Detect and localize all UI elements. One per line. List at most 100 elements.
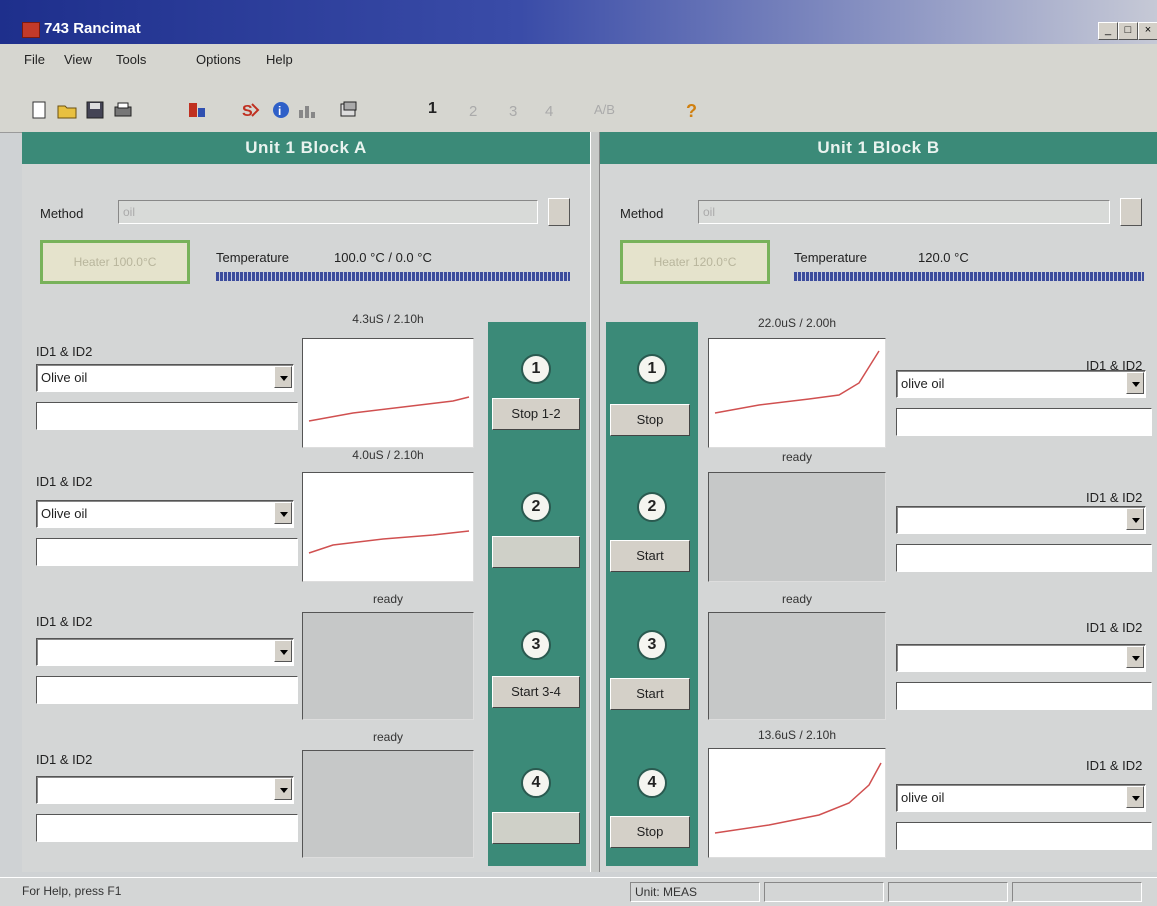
block-a-row4-sample-combo[interactable] [36,776,294,804]
chevron-down-icon[interactable] [1126,508,1144,530]
block-b-row4-id2-field[interactable] [896,822,1152,850]
toolbar-one-label[interactable]: 1 [428,100,437,118]
chart-icon[interactable] [296,100,318,120]
block-a-position-4-button[interactable] [492,812,580,844]
block-b-row3-graph-label: ready [781,592,813,606]
block-b-row3-sample-combo[interactable] [896,644,1146,672]
close-button[interactable]: × [1138,22,1157,40]
status-unit-cell: Unit: MEAS [630,882,760,902]
chevron-down-icon[interactable] [274,502,292,524]
block-b-panel: Unit 1 Block B Method oil Heater 120.0°C… [600,132,1157,872]
menu-options[interactable]: Options [196,52,241,67]
position-1-indicator: 1 [521,354,551,384]
block-b-row3-id2-field[interactable] [896,682,1152,710]
block-a-row3-id2-field[interactable] [36,676,298,704]
four-icon[interactable]: 4 [540,100,562,120]
block-b-start-2-button[interactable]: Start [610,540,690,572]
block-b-header: Unit 1 Block B [600,132,1157,164]
method-icon[interactable] [186,100,208,120]
block-b-row4-sample-text: olive oil [901,790,945,805]
menu-view[interactable]: View [64,52,92,67]
block-b-row1-id2-field[interactable] [896,408,1152,436]
block-b-row3-id-label: ID1 & ID2 [1086,620,1143,635]
menu-tools[interactable]: Tools [116,52,146,67]
settings-icon[interactable] [338,100,360,120]
block-a-row1-id2-field[interactable] [36,402,298,430]
app-icon [22,22,40,38]
block-a-row4-id2-field[interactable] [36,814,298,842]
block-a-row2-id-label: ID1 & ID2 [36,474,93,489]
toolbar [0,72,1157,133]
block-b-row2-graph-label: ready [781,450,813,464]
graph-curve [714,350,880,414]
toolbar-ab-label[interactable]: A/B [594,102,615,117]
block-a-row2-id2-field[interactable] [36,538,298,566]
block-a-start-3-4-button[interactable]: Start 3-4 [492,676,580,708]
block-b-row3-graph [708,612,886,720]
maximize-button[interactable]: □ [1118,22,1138,40]
block-b-row2-sample-text [897,507,1145,517]
block-b-row2-sample-combo[interactable] [896,506,1146,534]
minimize-button[interactable]: _ [1098,22,1118,40]
block-b-temperature-label: Temperature [794,250,867,265]
block-b-method-button[interactable] [1120,198,1142,226]
block-a-row2-sample-combo[interactable]: Olive oil [36,500,294,528]
block-b-row1-sample-combo[interactable]: olive oil [896,370,1146,398]
help-icon[interactable]: ? [680,100,702,120]
title-bar [0,0,1157,44]
position-2-indicator: 2 [521,492,551,522]
status-cell-4 [1012,882,1142,902]
menu-bar [0,44,1157,72]
block-a-position-2-button[interactable] [492,536,580,568]
block-b-row2-id2-field[interactable] [896,544,1152,572]
chevron-down-icon[interactable] [274,778,292,800]
chevron-down-icon[interactable] [1126,372,1144,394]
block-a-row3-id-label: ID1 & ID2 [36,614,93,629]
block-b-row4-graph-label: 13.6uS / 2.10h [757,728,837,742]
block-b-row2-id-label: ID1 & ID2 [1086,490,1143,505]
position-3-indicator: 3 [521,630,551,660]
menu-help[interactable]: Help [266,52,293,67]
block-a-panel: Unit 1 Block A Method oil Heater 100.0°C… [22,132,590,872]
block-b-row1-graph [708,338,886,448]
block-a-header: Unit 1 Block A [22,132,590,164]
new-icon[interactable] [28,100,50,120]
three-icon[interactable]: 3 [504,100,526,120]
chevron-down-icon[interactable] [1126,646,1144,668]
block-b-start-3-button[interactable]: Start [610,678,690,710]
status-cell-2 [764,882,884,902]
block-a-method-label: Method [40,206,84,221]
block-a-row2-sample-text: Olive oil [41,506,88,521]
graph-curve [308,396,470,422]
block-a-row3-sample-combo[interactable] [36,638,294,666]
block-a-row3-graph [302,612,474,720]
block-a-row4-graph [302,750,474,858]
block-b-row4-sample-combo[interactable]: olive oil [896,784,1146,812]
block-a-stop-1-2-button[interactable]: Stop 1-2 [492,398,580,430]
block-b-stop-1-button[interactable]: Stop [610,404,690,436]
print-icon[interactable] [112,100,134,120]
block-b-stop-4-button[interactable]: Stop [610,816,690,848]
block-a-method-button[interactable] [548,198,570,226]
svg-text:S: S [242,103,253,120]
block-a-row4-graph-label: ready [372,730,404,744]
block-divider [590,132,600,872]
block-a-row4-sample-text [37,777,293,787]
block-a-row2-graph [302,472,474,582]
info-icon[interactable]: i [270,100,292,120]
chevron-down-icon[interactable] [274,366,292,388]
start-icon[interactable]: S [240,100,262,120]
chevron-down-icon[interactable] [274,640,292,662]
block-a-row3-sample-text [37,639,293,649]
open-icon[interactable] [56,100,78,120]
block-b-row1-sample-text: olive oil [901,376,945,391]
block-b-row1-graph-label: 22.0uS / 2.00h [757,316,837,330]
block-b-method-field[interactable]: oil [698,200,1110,224]
save-icon[interactable] [84,100,106,120]
block-a-method-field[interactable]: oil [118,200,538,224]
chevron-down-icon[interactable] [1126,786,1144,808]
block-a-temperature-label: Temperature [216,250,289,265]
block-a-row1-sample-combo[interactable]: Olive oil [36,364,294,392]
two-icon[interactable]: 2 [464,100,486,120]
menu-file[interactable]: File [24,52,45,67]
